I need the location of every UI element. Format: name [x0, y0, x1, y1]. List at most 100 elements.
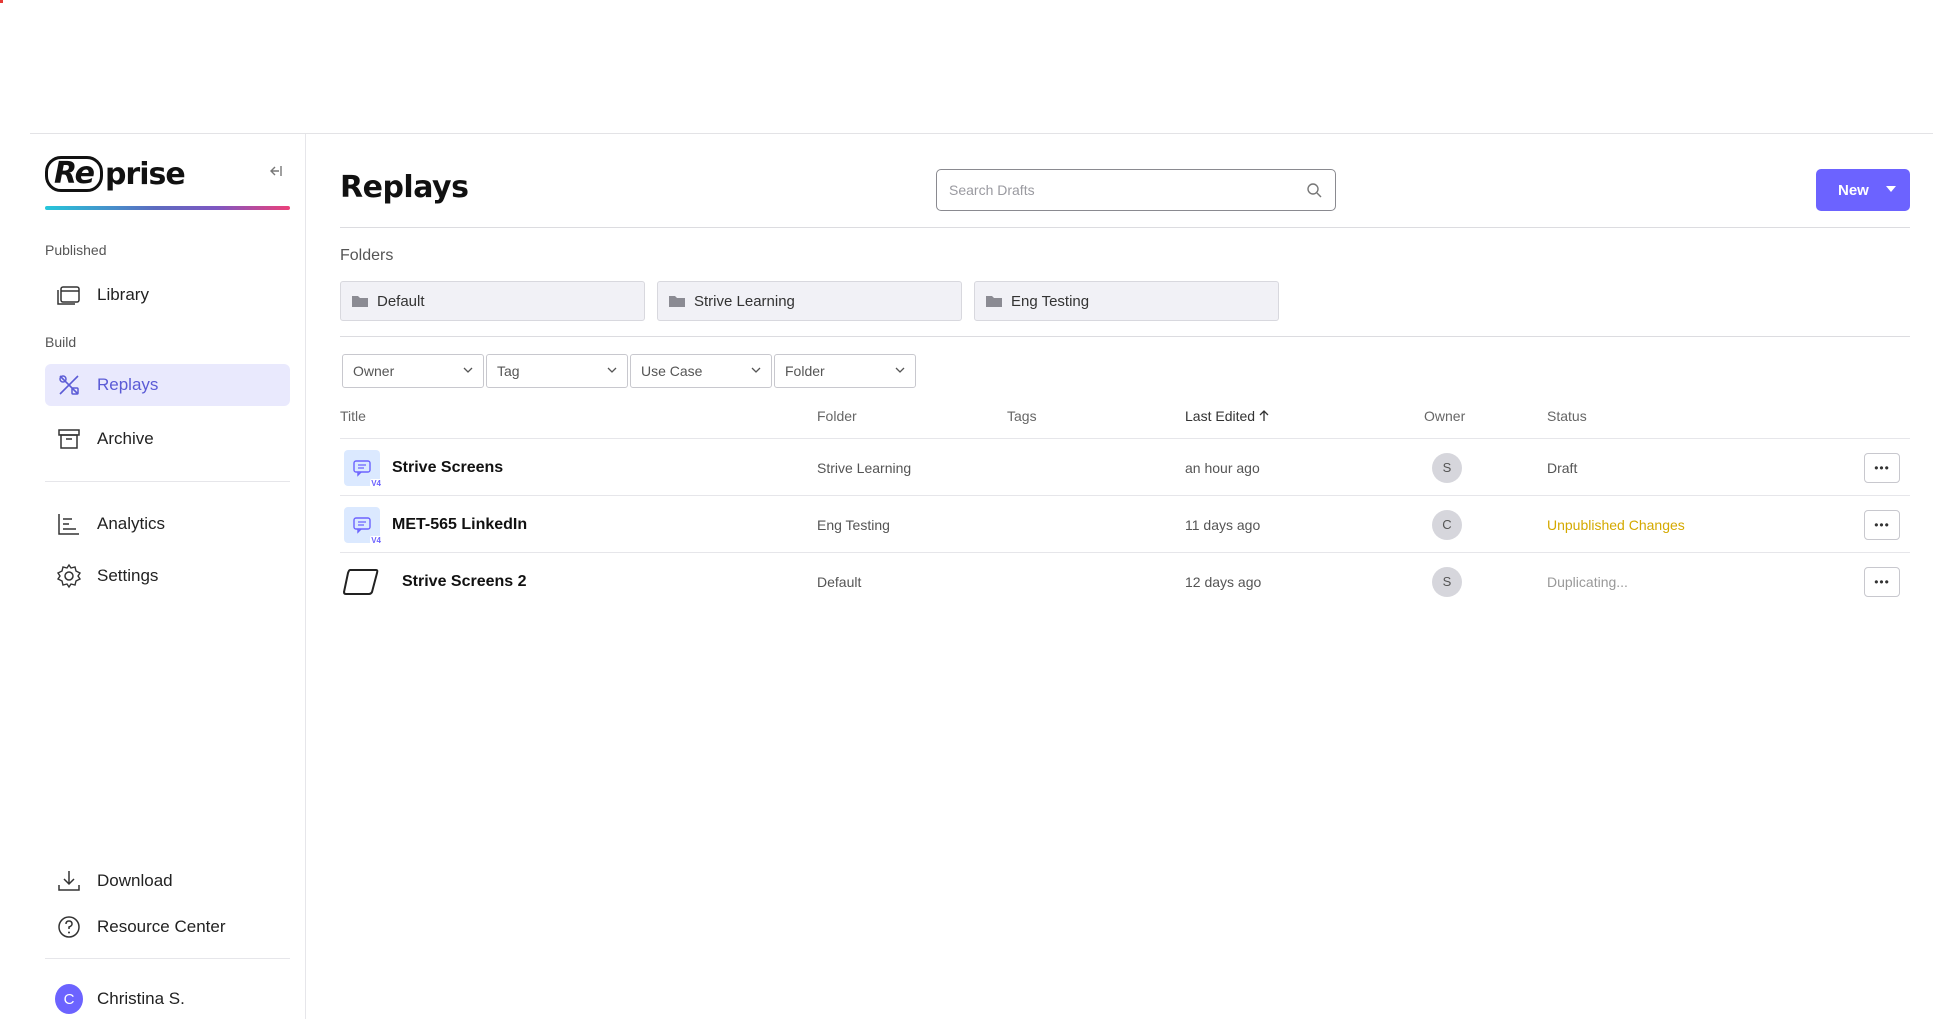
folder-card[interactable]: Default — [340, 281, 645, 321]
owner-avatar: S — [1432, 566, 1462, 597]
column-header-owner[interactable]: Owner — [1424, 408, 1465, 424]
owner-avatar: C — [1432, 509, 1462, 540]
version-badge: V4 — [370, 478, 382, 488]
row-folder: Default — [817, 573, 862, 590]
row-folder: Eng Testing — [817, 516, 890, 533]
folder-icon — [986, 296, 1002, 307]
row-title-cell[interactable]: V4 Strive Screens — [344, 439, 503, 496]
column-header-label: Last Edited — [1185, 408, 1256, 424]
sidebar-item-settings[interactable]: Settings — [45, 555, 290, 597]
folder-name: Default — [377, 292, 425, 310]
row-title-cell[interactable]: V4 MET-565 LinkedIn — [344, 496, 527, 553]
filter-label: Owner — [353, 363, 395, 379]
sidebar-item-resource-center[interactable]: Resource Center — [45, 906, 290, 948]
search-input[interactable] — [949, 182, 1305, 198]
more-options-icon[interactable]: ••• — [1864, 509, 1900, 540]
status-badge: Draft — [1547, 459, 1578, 476]
filter-label: Use Case — [641, 363, 703, 379]
download-icon — [55, 867, 83, 895]
user-avatar-wrap: C — [55, 984, 83, 1014]
sidebar: Re prise Published Library Build Replays… — [30, 134, 306, 1019]
table-row[interactable]: Strive Screens 2 Default 12 days ago S D… — [340, 552, 1910, 609]
user-menu[interactable]: C Christina S. — [45, 978, 290, 1019]
sidebar-item-label: Archive — [97, 429, 154, 448]
row-owner-cell: S — [1432, 439, 1462, 496]
folder-icon — [352, 296, 368, 307]
chat-replay-icon: V4 — [344, 449, 382, 488]
library-icon — [55, 281, 83, 309]
row-actions-cell: ••• — [1864, 496, 1900, 553]
filter-use-case[interactable]: Use Case — [630, 354, 772, 388]
owner-avatar: S — [1432, 452, 1462, 483]
sidebar-divider — [45, 481, 290, 482]
search-box[interactable] — [936, 169, 1336, 211]
sort-arrow-up-icon — [1259, 410, 1269, 421]
folders-divider — [340, 336, 1910, 337]
search-icon[interactable] — [1305, 181, 1323, 199]
row-last-edited: 11 days ago — [1185, 516, 1261, 533]
reprise-logo[interactable]: Re prise — [45, 154, 186, 194]
column-header-last-edited[interactable]: Last Edited — [1185, 408, 1269, 424]
sidebar-item-label: Download — [97, 871, 173, 890]
filter-label: Folder — [785, 363, 825, 379]
sidebar-item-library[interactable]: Library — [45, 274, 290, 316]
row-title-cell[interactable]: Strive Screens 2 — [342, 553, 527, 610]
help-icon — [55, 913, 83, 941]
row-last-edited: 12 days ago — [1185, 573, 1262, 590]
user-name: Christina S. — [97, 989, 185, 1008]
avatar: C — [55, 984, 83, 1014]
sidebar-item-label: Settings — [97, 566, 159, 585]
chevron-down-icon — [463, 367, 473, 373]
section-published: Published — [45, 242, 107, 258]
table-row[interactable]: V4 MET-565 LinkedIn Eng Testing 11 days … — [340, 495, 1910, 552]
sidebar-divider — [45, 958, 290, 959]
sidebar-item-analytics[interactable]: Analytics — [45, 503, 290, 545]
folder-name: Eng Testing — [1011, 292, 1090, 310]
folder-name: Strive Learning — [694, 292, 795, 310]
sidebar-item-replays[interactable]: Replays — [45, 364, 290, 406]
column-header-folder[interactable]: Folder — [817, 408, 857, 424]
screen-replay-icon — [342, 564, 382, 600]
more-options-icon[interactable]: ••• — [1864, 452, 1900, 483]
new-button[interactable]: New — [1816, 169, 1910, 211]
row-title: MET-565 LinkedIn — [392, 515, 528, 533]
filter-folder[interactable]: Folder — [774, 354, 916, 388]
more-options-icon[interactable]: ••• — [1864, 566, 1900, 597]
folder-card[interactable]: Strive Learning — [657, 281, 962, 321]
new-button-label: New — [1838, 181, 1869, 199]
row-folder: Strive Learning — [817, 459, 912, 476]
chevron-down-icon — [895, 367, 905, 373]
status-badge: Unpublished Changes — [1547, 516, 1685, 533]
row-owner-cell: C — [1432, 496, 1462, 553]
header-divider — [340, 227, 1910, 228]
section-build: Build — [45, 334, 77, 350]
replays-icon — [55, 371, 83, 399]
filter-tag[interactable]: Tag — [486, 354, 628, 388]
logo-prise: prise — [104, 156, 186, 192]
table-row[interactable]: V4 Strive Screens Strive Learning an hou… — [340, 438, 1910, 495]
logo-gradient-bar — [45, 206, 290, 210]
caret-down-icon — [1886, 186, 1896, 192]
version-badge: V4 — [370, 535, 382, 545]
collapse-left-icon[interactable] — [264, 162, 286, 184]
sidebar-item-archive[interactable]: Archive — [45, 418, 290, 460]
analytics-icon — [55, 510, 83, 538]
sidebar-item-download[interactable]: Download — [45, 860, 290, 902]
sidebar-item-label: Library — [97, 285, 149, 304]
sidebar-item-label: Resource Center — [97, 917, 226, 936]
row-actions-cell: ••• — [1864, 439, 1900, 496]
row-title: Strive Screens 2 — [402, 572, 527, 590]
sidebar-item-label: Replays — [97, 375, 159, 394]
status-badge: Duplicating... — [1547, 573, 1628, 590]
column-header-tags[interactable]: Tags — [1007, 408, 1037, 424]
logo-re: Re — [45, 156, 103, 192]
folder-card[interactable]: Eng Testing — [974, 281, 1279, 321]
filter-label: Tag — [497, 363, 520, 379]
row-title: Strive Screens — [392, 458, 504, 476]
folders-label: Folders — [340, 247, 394, 264]
column-header-status[interactable]: Status — [1547, 408, 1587, 424]
row-actions-cell: ••• — [1864, 553, 1900, 610]
column-header-title[interactable]: Title — [340, 408, 366, 424]
chevron-down-icon — [751, 367, 761, 373]
filter-owner[interactable]: Owner — [342, 354, 484, 388]
